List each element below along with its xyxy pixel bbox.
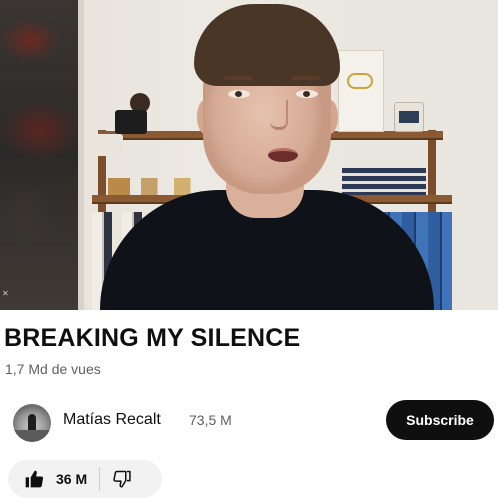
like-dislike-bar: 36 M bbox=[8, 460, 162, 498]
view-count: 1,7 Md de vues bbox=[5, 361, 101, 377]
brow-right bbox=[292, 76, 320, 80]
video-player[interactable]: ✕ bbox=[0, 0, 498, 310]
figurine-body bbox=[115, 110, 147, 134]
figurine-legs bbox=[95, 134, 123, 156]
eye-left bbox=[228, 90, 250, 98]
brow-left bbox=[224, 76, 252, 80]
eye-right bbox=[296, 90, 318, 98]
like-count: 36 M bbox=[56, 471, 88, 487]
dislike-button[interactable] bbox=[100, 460, 148, 498]
book-stack bbox=[342, 168, 426, 195]
channel-avatar[interactable] bbox=[13, 404, 51, 442]
person-nose bbox=[270, 100, 288, 130]
bicycle-picture-frame bbox=[338, 50, 384, 132]
thumbs-up-icon bbox=[24, 469, 44, 489]
subscriber-count: 73,5 M bbox=[189, 412, 232, 428]
candle-jar bbox=[394, 102, 424, 132]
corner-mark-icon: ✕ bbox=[2, 289, 9, 298]
person-mouth bbox=[268, 148, 298, 162]
person-hair bbox=[194, 4, 340, 86]
thumbs-down-icon bbox=[112, 469, 132, 489]
channel-row: Matías Recalt 73,5 M Subscribe bbox=[0, 398, 498, 444]
video-title: BREAKING MY SILENCE bbox=[4, 324, 301, 352]
channel-name[interactable]: Matías Recalt bbox=[63, 411, 161, 429]
wall-painting bbox=[0, 0, 84, 310]
bicycle-icon bbox=[347, 73, 373, 89]
like-button[interactable]: 36 M bbox=[8, 460, 99, 498]
subscribe-button[interactable]: Subscribe bbox=[386, 400, 494, 440]
